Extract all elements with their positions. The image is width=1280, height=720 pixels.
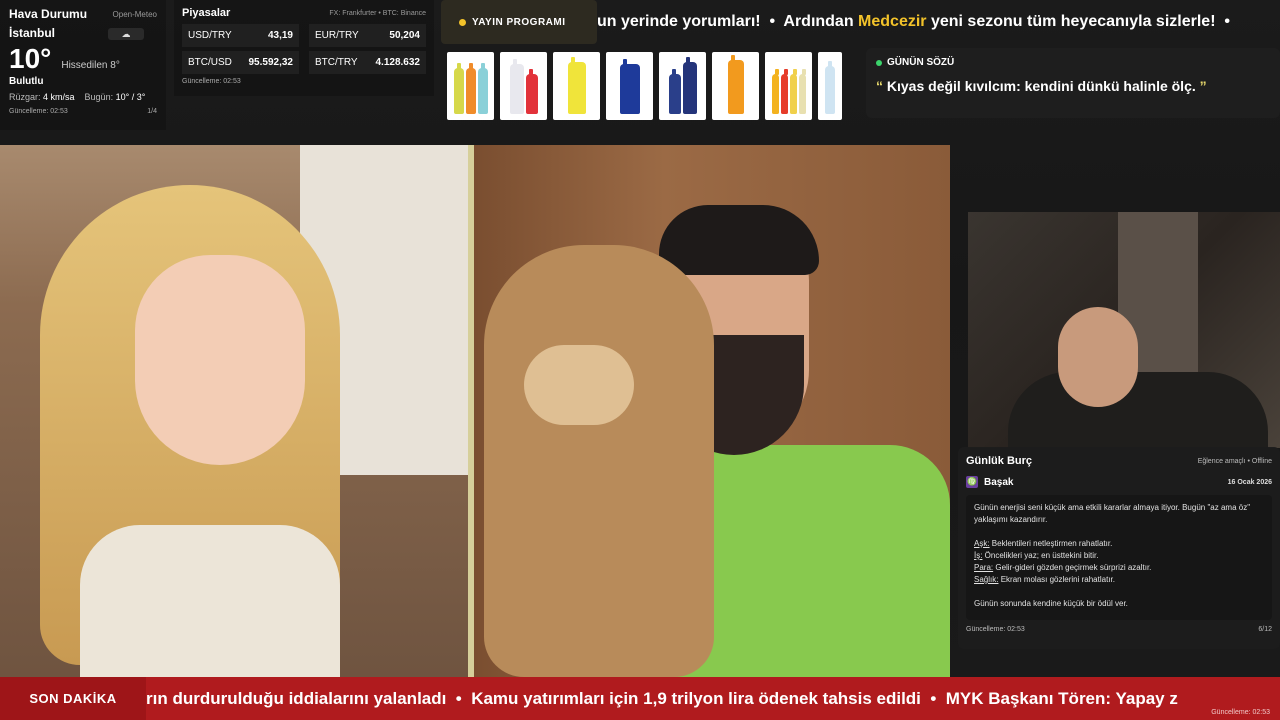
weather-updated: Güncelleme: 02:53 <box>9 108 68 115</box>
program-label: YAYIN PROGRAMI <box>441 0 597 44</box>
weather-widget: Hava Durumu Open-Meteo İstanbul ☁ 10° Hi… <box>0 0 166 130</box>
markets-widget: Piyasalar FX: Frankfurter • BTC: Binance… <box>174 0 434 96</box>
horoscope-body: Günün enerjisi seni küçük ama etkili kar… <box>966 495 1272 620</box>
market-item: BTC/USD 95.592,32 <box>182 51 299 74</box>
program-ticker: un yerinde yorumları! • Ardından Medcezi… <box>597 13 1231 30</box>
market-item: BTC/TRY 4.128.632 <box>309 51 426 74</box>
cloud-icon: ☁ <box>108 28 144 40</box>
weather-desc: Bulutlu <box>9 76 44 87</box>
horoscope-widget: Günlük Burç Eğlence amaçlı • Offline ♍ Ba… <box>958 447 1280 649</box>
quote-label: GÜNÜN SÖZÜ <box>876 57 1270 68</box>
live-dot-icon <box>876 59 882 66</box>
horoscope-date: 16 Ocak 2026 <box>1227 478 1272 486</box>
weather-feels: Hissedilen 8° <box>61 60 120 71</box>
video-left-pane <box>0 145 470 677</box>
webcam-feed <box>968 212 1280 448</box>
breaking-news-bar: SON DAKİKA rın durdurulduğu iddialarını … <box>0 677 1280 720</box>
market-item: EUR/TRY 50,204 <box>309 24 426 47</box>
markets-updated: Güncelleme: 02:53 <box>182 78 241 85</box>
horoscope-title: Günlük Burç <box>966 455 1033 467</box>
markets-source: FX: Frankfurter • BTC: Binance <box>329 9 426 17</box>
breaking-news-ticker: rın durdurulduğu iddialarını yalanladı •… <box>146 688 1178 708</box>
live-dot-icon <box>459 18 466 26</box>
market-item: USD/TRY 43,19 <box>182 24 299 47</box>
markets-title: Piyasalar <box>182 7 231 19</box>
product-image <box>500 52 547 120</box>
quote-widget: GÜNÜN SÖZÜ “ Kıyas değil kıvılcım: kendi… <box>866 48 1280 118</box>
horoscope-sign: ♍ Başak <box>966 476 1014 488</box>
breaking-news-label: SON DAKİKA <box>0 677 146 720</box>
weather-temp: 10° <box>9 43 52 74</box>
virgo-icon: ♍ <box>966 476 978 488</box>
weather-title: Hava Durumu <box>9 7 88 21</box>
weather-source: Open-Meteo <box>112 9 157 19</box>
product-image <box>553 52 600 120</box>
product-image <box>818 52 842 120</box>
video-right-pane <box>474 145 950 677</box>
product-image <box>447 52 494 120</box>
product-image <box>659 52 706 120</box>
weather-page: 1/4 <box>147 108 157 115</box>
product-strip <box>447 52 842 120</box>
product-image <box>765 52 812 120</box>
horoscope-updated: Güncelleme: 02:53 <box>966 626 1025 633</box>
horoscope-page: 6/12 <box>1258 626 1272 633</box>
main-video <box>0 145 950 677</box>
news-updated: Güncelleme: 02:53 <box>1211 709 1270 716</box>
horoscope-note: Eğlence amaçlı • Offline <box>1197 457 1272 465</box>
weather-wind: Rüzgar: 4 km/sa <box>9 92 75 102</box>
product-image <box>606 52 653 120</box>
product-image <box>712 52 759 120</box>
weather-today: Bugün: 10° / 3° <box>84 92 146 102</box>
quote-text: “ Kıyas değil kıvılcım: kendini dünkü ha… <box>876 78 1207 94</box>
